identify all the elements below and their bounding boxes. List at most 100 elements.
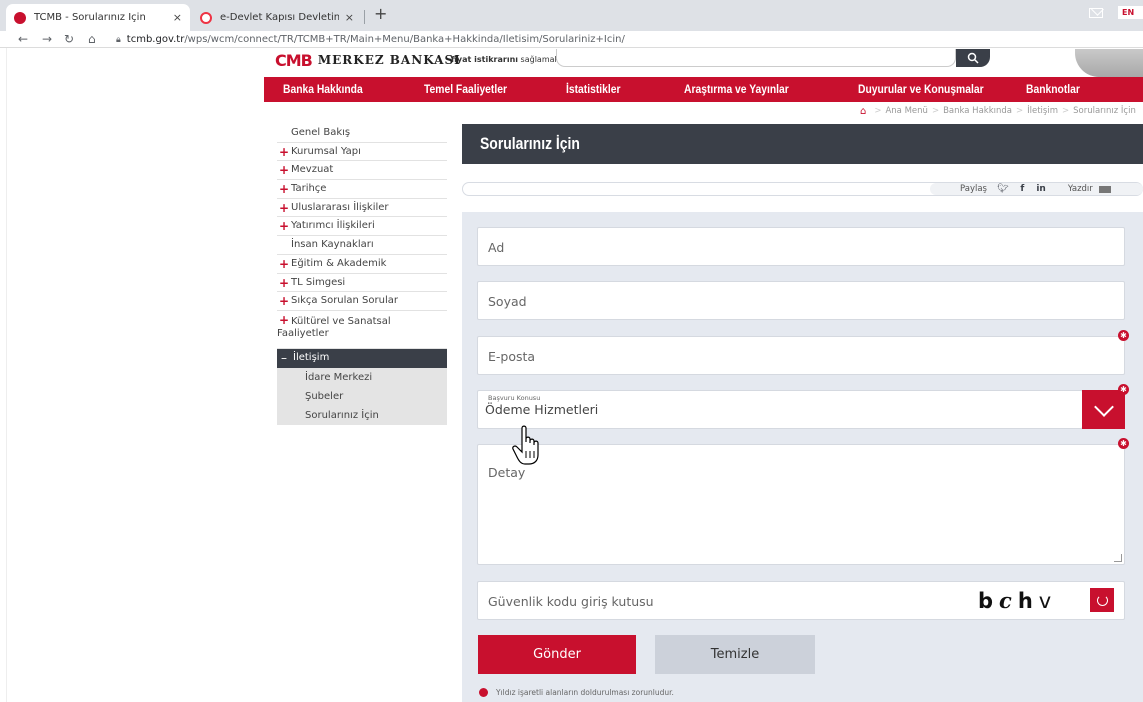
required-icon: ✱ [1118,384,1129,395]
nav-item-arastirma[interactable]: Araştırma ve Yayınlar [684,77,789,102]
tab-close-icon[interactable]: × [173,11,182,24]
breadcrumb-item[interactable]: Banka Hakkında [943,106,1012,116]
home-icon[interactable]: ⌂ [88,31,96,48]
nav-item-istatistikler[interactable]: İstatistikler [566,77,621,102]
sidebar-item-label: İletişim [293,351,330,363]
printer-icon[interactable] [1098,185,1111,193]
breadcrumb-home-icon[interactable]: ⌂ [860,106,866,117]
resize-handle-icon[interactable] [1114,554,1122,562]
header-portrait-image [1075,49,1143,77]
lang-en-button[interactable]: EN [1118,6,1143,19]
plus-icon: + [279,312,290,327]
sidebar-item-label: TL Simgesi [291,276,346,288]
sidebar-item-sss[interactable]: + Sıkça Sorulan Sorular [277,292,447,311]
gonder-button[interactable]: Gönder [478,635,636,674]
ad-placeholder: Ad [488,240,505,255]
ad-field[interactable]: Ad [477,227,1125,266]
url-path: /wps/wcm/connect/TR/TCMB+TR/Main+Menu/Ba… [184,34,625,45]
reload-icon[interactable]: ↻ [64,31,74,48]
plus-icon: + [279,294,290,309]
captcha-char: c [999,588,1018,613]
soyad-field[interactable]: Soyad [477,281,1125,320]
sidebar-item-tarihce[interactable]: + Tarihçe [277,180,447,199]
sidebar-item-label: Kurumsal Yapı [291,145,361,157]
url-field[interactable]: 🔒︎ tcmb.gov.tr/wps/wcm/connect/TR/TCMB+TR… [116,31,625,49]
sidebar-subitem-idare-merkezi[interactable]: İdare Merkezi [277,367,447,387]
sidebar-item-uluslararasi[interactable]: + Uluslararası İlişkiler [277,199,447,218]
guvenlik-placeholder: Güvenlik kodu giriş kutusu [488,594,654,609]
sidebar-item-genel-bakis[interactable]: Genel Bakış [277,124,447,143]
breadcrumb-sep: > [1015,106,1024,116]
twitter-icon[interactable]: 🐦︎ [997,184,1008,194]
mail-icon[interactable] [1089,8,1103,18]
address-bar: ← → ↻ ⌂ 🔒︎ tcmb.gov.tr/wps/wcm/connect/TR… [0,31,1143,48]
refresh-icon [1096,594,1108,606]
breadcrumb-item-current: Sorularınız İçin [1073,106,1136,116]
logo-mark: CMB [275,50,313,70]
linkedin-icon[interactable]: in [1036,184,1046,194]
required-icon: ✱ [1118,438,1129,449]
sidebar-item-label: Kültürel ve Sanatsal [291,315,391,327]
print-label[interactable]: Yazdır [1068,184,1093,194]
sidebar-item-label: İnsan Kaynakları [291,239,374,251]
browser-tab-edevlet[interactable]: e-Devlet Kapısı Devletin Kısayolu × [192,4,362,31]
basvuru-konusu-label: Başvuru Konusu [488,394,541,402]
eposta-field[interactable]: E-posta [477,336,1125,375]
minus-icon: – [281,350,287,365]
back-icon[interactable]: ← [18,31,28,48]
url-host: tcmb.gov.tr [126,34,185,45]
temizle-button[interactable]: Temizle [655,635,815,674]
browser-tab-tcmb[interactable]: TCMB - Sorularınız İçin × [6,4,190,31]
search-icon [967,52,979,64]
nav-item-banka-hakkinda[interactable]: Banka Hakkında [283,77,363,102]
soyad-placeholder: Soyad [488,294,527,309]
required-icon: ✱ [1118,330,1129,341]
sidebar-item-label: Yatırımcı İlişkileri [291,220,375,232]
select-dropdown-button[interactable] [1082,390,1125,429]
sidebar-item-tl-simgesi[interactable]: + TL Simgesi [277,274,447,293]
detay-textarea[interactable]: Detay [477,444,1125,565]
share-tools: Paylaş 🐦︎ f in Yazdır [930,183,1143,195]
sidebar-item-yatirimci[interactable]: + Yatırımcı İlişkileri [277,217,447,237]
page-title: Sorularınız İçin [480,134,580,153]
site-search-button[interactable] [956,49,990,67]
content-header: Sorularınız İçin [462,124,1143,164]
sidebar-item-iletisim[interactable]: – İletişim [277,348,447,368]
site-search-input[interactable] [556,49,956,67]
tcmb-logo[interactable]: CMB MERKEZ BANKASI [275,50,461,70]
nav-item-duyurular[interactable]: Duyurular ve Konuşmalar [858,77,984,102]
captcha-image: bchv [978,588,1057,613]
footnote-text: Yıldız işaretli alanların doldurulması z… [496,688,674,697]
facebook-icon[interactable]: f [1020,184,1024,194]
tagline: fiyat istikrarını sağlamaktır. [451,55,570,64]
plus-icon: + [279,182,290,197]
sidebar-item-label: Mevzuat [291,164,334,176]
sidebar-item-egitim[interactable]: + Eğitim & Akademik [277,255,447,274]
breadcrumb-item[interactable]: Ana Menü [885,106,927,116]
main-nav: Banka Hakkında Temel Faaliyetler İstatis… [264,77,1143,102]
captcha-refresh-button[interactable] [1090,588,1114,612]
sidebar-item-label: Genel Bakış [291,127,351,138]
breadcrumb-item[interactable]: İletişim [1027,106,1058,116]
sidebar-item-insan-kaynaklari[interactable]: İnsan Kaynakları [277,236,447,255]
edevlet-favicon-icon [200,11,212,24]
sidebar-subitem-sorulariniz[interactable]: Sorularınız İçin [277,405,447,425]
page-left-border [6,48,7,702]
new-tab-button[interactable]: + [374,4,387,23]
forward-icon[interactable]: → [42,31,52,48]
nav-item-banknotlar[interactable]: Banknotlar [1026,77,1080,102]
plus-icon: + [279,163,290,178]
nav-item-temel-faaliyetler[interactable]: Temel Faaliyetler [424,77,507,102]
breadcrumb-sep: > [874,106,882,116]
sidebar-item-kurumsal-yapi[interactable]: + Kurumsal Yapı [277,143,447,162]
sidebar-item-kulturel[interactable]: + Kültürel ve Sanatsal Faaliyetler [277,311,447,349]
captcha-char: b [978,589,1000,613]
tab-separator [364,10,365,24]
tab-close-icon[interactable]: × [345,11,354,24]
sidebar-item-label: Sıkça Sorulan Sorular [291,295,398,307]
required-icon [479,688,488,697]
sidebar-item-mevzuat[interactable]: + Mevzuat [277,161,447,181]
sidebar-subitem-subeler[interactable]: Şubeler [277,386,447,406]
basvuru-konusu-select[interactable]: Başvuru Konusu Ödeme Hizmetleri [477,390,1083,429]
captcha-char: v [1038,589,1058,613]
